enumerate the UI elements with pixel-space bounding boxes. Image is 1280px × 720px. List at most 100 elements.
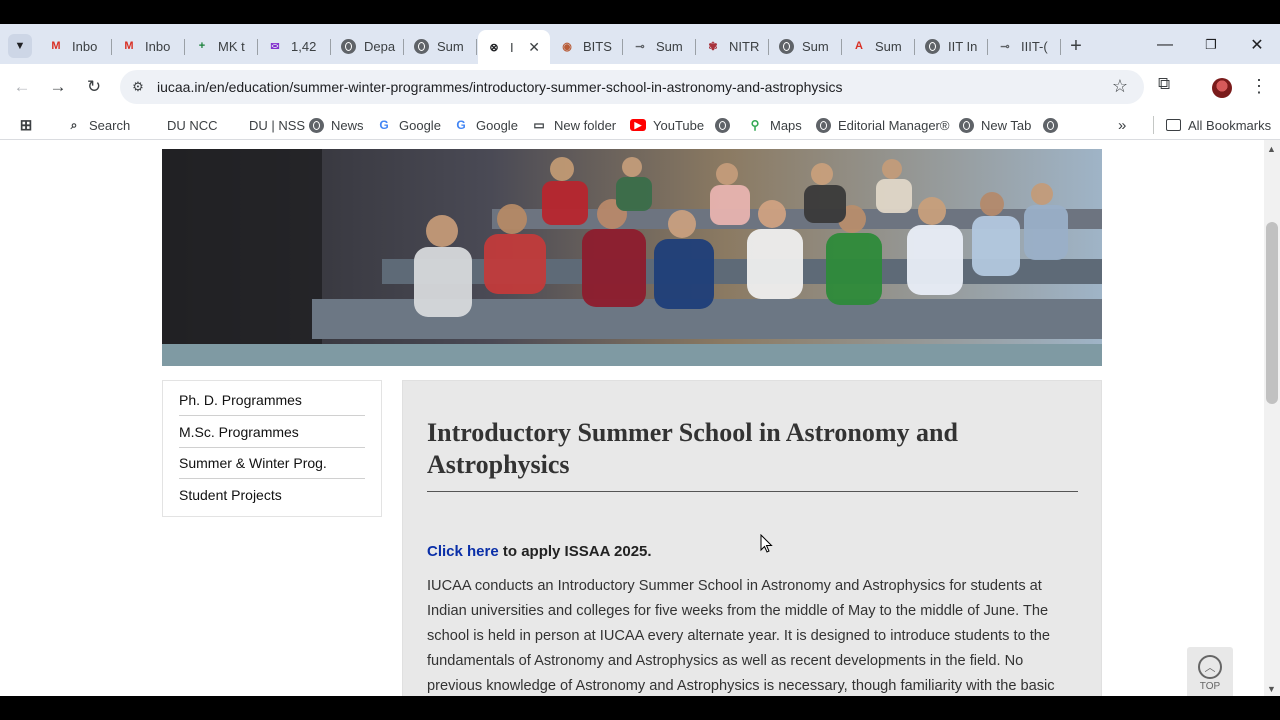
tab-1[interactable]: M Inbo (113, 32, 185, 60)
arrow-left-icon: ← (13, 77, 31, 96)
url-text[interactable]: iucaa.in/en/education/summer-winter-prog… (157, 79, 842, 95)
tab-7[interactable]: ◉ BITS (551, 32, 623, 60)
bookmarks-bar: ⊞ ⌕ Search DU NCC DU | NSS News G Google G Googl… (0, 110, 1280, 140)
tab-4[interactable]: Depa (332, 32, 404, 60)
tab-3[interactable]: ✉ 1,42 (259, 32, 331, 60)
bookmark-0[interactable]: ⌕ Search (66, 115, 131, 135)
tab-separator (1060, 39, 1061, 55)
globe-icon (778, 38, 794, 54)
tab-separator (622, 39, 623, 55)
apps-icon[interactable]: ⊞ (18, 115, 34, 135)
bookmark-star-icon[interactable]: ☆ (1112, 76, 1128, 97)
tab-label: Sum (656, 38, 683, 54)
link-icon: ⊸ (1000, 40, 1010, 53)
new-tab-button[interactable]: + (1064, 34, 1088, 58)
tab-separator (184, 39, 185, 55)
tab-label: IIT In (948, 38, 978, 54)
sidebar-item-phd[interactable]: Ph. D. Programmes (179, 385, 365, 416)
tab-12[interactable]: IIT In (916, 32, 988, 60)
globe-icon (308, 117, 324, 133)
tab-separator (841, 39, 842, 55)
scrollbar[interactable]: ▲ ▼ (1264, 140, 1280, 696)
address-bar[interactable]: ⚙ iucaa.in/en/education/summer-winter-pr… (120, 70, 1144, 104)
youtube-icon: ▶ (630, 119, 646, 131)
bookmark-7[interactable]: ▶ YouTube (630, 115, 704, 135)
site-info-icon[interactable]: ⚙ (128, 77, 148, 97)
tab-label: Inbo (145, 38, 171, 54)
tab-label: Sum (802, 38, 829, 54)
globe-icon (1042, 117, 1058, 133)
bits-icon: ◉ (562, 40, 572, 53)
bookmark-6[interactable]: ▭ New folder (531, 115, 616, 135)
tab-2[interactable]: + MK t (186, 32, 258, 60)
avatar[interactable] (1212, 78, 1232, 98)
bookmark-10[interactable]: Editorial Manager® (815, 115, 949, 135)
sidebar-item-summer-winter[interactable]: Summer & Winter Prog. (179, 448, 365, 479)
tab-label: Depa (364, 38, 396, 54)
globe-icon (815, 117, 831, 133)
iucaa-icon: ⊗ (489, 41, 499, 54)
more-bookmarks-icon[interactable]: » (1118, 115, 1126, 135)
tab-9[interactable]: ✾ NITR (697, 32, 769, 60)
sidebar-item-student-projects[interactable]: Student Projects (179, 480, 365, 511)
all-bookmarks-label: All Bookmarks (1188, 117, 1272, 133)
all-bookmarks-button[interactable]: All Bookmarks (1166, 115, 1271, 135)
bookmark-11[interactable]: New Tab (958, 115, 1031, 135)
tab-0[interactable]: M Inbo (40, 32, 112, 60)
maps-icon: ⚲ (750, 118, 760, 132)
tab-separator (257, 39, 258, 55)
reload-button[interactable]: ↻ (81, 74, 107, 100)
tab-separator (914, 39, 915, 55)
scroll-up-icon[interactable]: ▲ (1267, 144, 1276, 154)
search-icon: ⌕ (70, 117, 78, 132)
bookmark-5[interactable]: G Google (453, 115, 518, 135)
pdf-icon: A (855, 40, 863, 52)
tab-13[interactable]: ⊸ IIIT-( (989, 32, 1061, 60)
apply-line: Click here to apply ISSAA 2025. (427, 543, 652, 560)
tab-separator (695, 39, 696, 55)
scroll-thumb[interactable] (1266, 222, 1278, 404)
bookmark-label: Search (89, 117, 131, 133)
apply-link[interactable]: Click here (427, 543, 499, 560)
tab-11[interactable]: A Sum (843, 32, 915, 60)
back-to-top-button[interactable]: ︿ TOP (1187, 647, 1233, 696)
scroll-down-icon[interactable]: ▼ (1267, 684, 1276, 694)
link-icon: ⊸ (635, 40, 645, 53)
extensions-icon[interactable]: ⧉ (1158, 74, 1170, 94)
bookmark-4[interactable]: G Google (376, 115, 441, 135)
minimize-button[interactable]: — (1150, 32, 1180, 58)
close-window-button[interactable]: ✕ (1242, 32, 1272, 58)
bookmark-2[interactable]: DU | NSS (242, 115, 305, 135)
restore-button[interactable]: ❐ (1196, 32, 1226, 58)
bookmark-label: New folder (554, 117, 617, 133)
tab-5[interactable]: Sum (405, 32, 477, 60)
bookmark-label: Maps (770, 117, 802, 133)
bookmark-12[interactable] (1042, 115, 1058, 135)
globe-icon (413, 38, 429, 54)
bookmark-9[interactable]: ⚲ Maps (747, 115, 802, 135)
tab-separator (403, 39, 404, 55)
bookmark-label: YouTube (653, 117, 705, 133)
tab-label: 1,42 (291, 38, 317, 54)
main-article: Introductory Summer School in Astronomy … (402, 380, 1102, 696)
sidebar-item-msc[interactable]: M.Sc. Programmes (179, 417, 365, 448)
tab-search-button[interactable]: ▼ (8, 34, 32, 58)
bookmark-label: Google (476, 117, 518, 133)
close-icon[interactable]: ✕ (528, 39, 540, 56)
tab-8[interactable]: ⊸ Sum (624, 32, 696, 60)
globe-icon (340, 38, 356, 54)
forward-button[interactable]: → (45, 74, 71, 100)
toolbar: ← → ↻ ⚙ iucaa.in/en/education/summer-win… (0, 64, 1280, 110)
bookmark-3[interactable]: News (308, 115, 364, 135)
tab-6[interactable]: ⊗ I ✕ (478, 30, 550, 64)
bookmark-label: DU | NSS (249, 117, 306, 133)
arrow-right-icon: → (49, 77, 67, 96)
back-button[interactable]: ← (9, 74, 35, 100)
menu-icon[interactable]: ⋮ (1250, 76, 1268, 97)
gmail-icon: M (51, 40, 61, 52)
bookmark-8[interactable] (714, 115, 730, 135)
bookmark-1[interactable]: DU NCC (160, 115, 218, 135)
nitr-icon: ✾ (708, 40, 718, 53)
tab-10[interactable]: Sum (770, 32, 842, 60)
tab-label: NITR (729, 38, 760, 54)
